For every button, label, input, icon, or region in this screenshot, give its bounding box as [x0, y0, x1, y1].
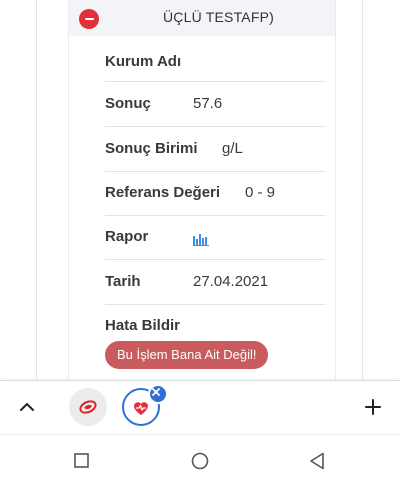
row-label: Hata Bildir [105, 317, 181, 334]
row-kurum-adi: Kurum Adı [105, 42, 325, 82]
close-icon[interactable] [148, 384, 168, 404]
minus-circle-icon[interactable] [79, 9, 99, 29]
tab-edevlet[interactable] [69, 388, 107, 426]
row-value: g/L [222, 140, 243, 157]
row-label: Kurum Adı [105, 53, 182, 70]
frame-line-left [36, 0, 37, 380]
test-result-card: ÜÇLÜ TESTAFP) Kurum Adı Sonuç 57.6 Sonuç… [68, 0, 336, 380]
row-label: Referans Değeri [105, 184, 221, 201]
card-title: ÜÇLÜ TESTAFP) [163, 9, 274, 25]
browser-tab-bar [0, 380, 400, 435]
row-tarih: Tarih 27.04.2021 [105, 260, 325, 305]
row-sonuc: Sonuç 57.6 [105, 82, 325, 127]
row-sonuc-birimi: Sonuç Birimi g/L [105, 127, 325, 172]
row-value: 0 - 9 [245, 184, 276, 201]
row-value: 57.6 [193, 95, 223, 112]
frame-line-right [362, 0, 363, 380]
circle-icon[interactable] [191, 452, 209, 470]
row-value: 27.04.2021 [193, 273, 269, 290]
report-error-button[interactable]: Bu İşlem Bana Ait Değil! [105, 341, 269, 369]
edevlet-logo-icon [79, 400, 97, 414]
row-label: Rapor [105, 228, 149, 245]
triangle-back-icon[interactable] [309, 452, 325, 470]
row-label: Sonuç [105, 95, 151, 112]
card-header[interactable]: ÜÇLÜ TESTAFP) [69, 0, 335, 36]
square-icon[interactable] [74, 453, 89, 468]
system-nav-bar [0, 434, 400, 486]
plus-icon[interactable] [364, 398, 382, 416]
row-rapor: Rapor [105, 216, 325, 260]
row-label: Sonuç Birimi [105, 140, 198, 157]
bar-chart-icon[interactable] [193, 232, 209, 246]
row-hata-bildir: Hata Bildir [105, 305, 325, 337]
row-label: Tarih [105, 273, 141, 290]
row-referans-degeri: Referans Değeri 0 - 9 [105, 172, 325, 216]
screen: ÜÇLÜ TESTAFP) Kurum Adı Sonuç 57.6 Sonuç… [0, 0, 400, 486]
chevron-up-icon[interactable] [18, 398, 36, 416]
